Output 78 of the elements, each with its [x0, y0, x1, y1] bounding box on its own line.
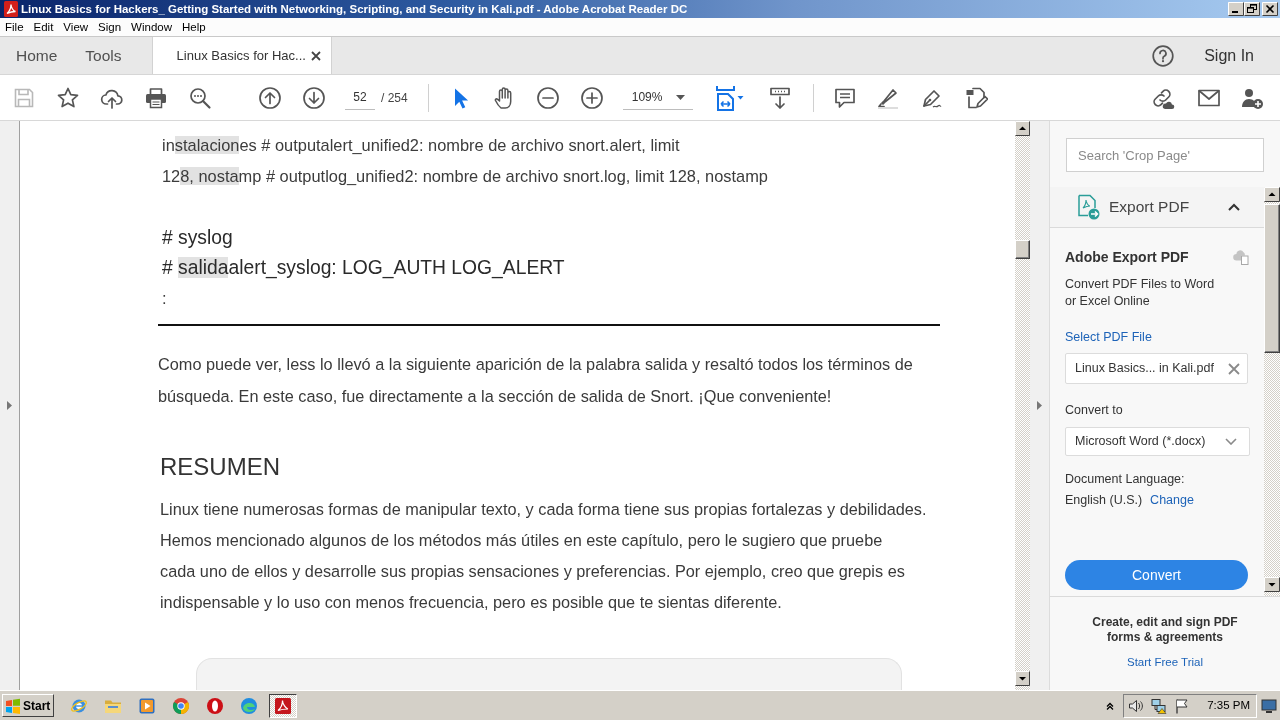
- paragraph: Linux tiene numerosas formas de manipular texto, y cada forma tiene sus propias fortalezas y debilidades. Hemos mencionado algunos de los métodos más útiles en este capítulo, pero le sugiero que pruebe cada uno de ellos y desarrolle sus propias sensaciones y preferencias. Por ejemplo, creo que grepis es indispensable y lo uso con menos frecuencia, pero es posible que te sientas diferente.: [159, 499, 928, 613]
- windows-logo-icon: [5, 697, 21, 714]
- window-title: Linux Basics for Hackers_ Getting Started with Networking, Scripting, and Security in Kali.pdf - Adobe Acrobat Reader DC: [21, 2, 688, 17]
- start-trial-link[interactable]: Start Free Trial: [1126, 655, 1204, 669]
- zoom-out-icon[interactable]: [535, 85, 560, 110]
- section-header[interactable]: Export PDF: [1050, 187, 1264, 228]
- show-desktop-icon[interactable]: [1261, 697, 1277, 714]
- section-heading: RESUMEN: [159, 452, 281, 482]
- panel-heading: Adobe Export PDF: [1065, 247, 1189, 267]
- convert-button[interactable]: Convert: [1065, 560, 1248, 591]
- star-icon[interactable]: [56, 85, 80, 110]
- fit-page-icon[interactable]: [713, 84, 744, 111]
- menu-item[interactable]: Window: [126, 18, 177, 36]
- start-button[interactable]: Start: [2, 694, 54, 717]
- arrow-up-circle-icon[interactable]: [258, 85, 282, 110]
- promo-text: Create, edit and sign PDF forms & agreements: [1091, 615, 1239, 645]
- scrollbar-thumb[interactable]: [1264, 204, 1280, 353]
- clock-time[interactable]: 7:35 PM: [1207, 696, 1250, 715]
- change-link[interactable]: Change: [1150, 492, 1194, 510]
- listing-line: :: [162, 288, 168, 309]
- clear-icon[interactable]: [1228, 362, 1240, 375]
- network-icon[interactable]: [1151, 697, 1168, 714]
- taskbar-button[interactable]: [269, 693, 297, 718]
- scrollbar-thumb[interactable]: [1015, 240, 1030, 259]
- field-label: Convert to: [1065, 401, 1123, 419]
- chevron-up-icon[interactable]: [1228, 203, 1240, 211]
- menu-item[interactable]: View: [58, 18, 94, 36]
- restore-icon[interactable]: [1244, 2, 1260, 16]
- print-icon[interactable]: [144, 85, 168, 110]
- scroll-down-icon[interactable]: [1015, 671, 1030, 687]
- format-dropdown[interactable]: Microsoft Word (*.docx): [1065, 426, 1250, 456]
- pdf-app-icon: [274, 696, 292, 715]
- export-pdf-icon: [1076, 194, 1100, 220]
- zoom-dropdown[interactable]: 109%: [622, 85, 693, 110]
- scroll-up-icon[interactable]: [1015, 121, 1030, 136]
- menu-item[interactable]: File: [0, 18, 29, 36]
- tab[interactable]: Linux Basics for Hac...: [151, 37, 332, 74]
- menu-item[interactable]: Sign: [93, 18, 127, 36]
- select-file-link[interactable]: Select PDF File: [1065, 329, 1152, 346]
- caret-icon: [675, 94, 685, 100]
- flag-icon[interactable]: [1174, 697, 1191, 714]
- file-field[interactable]: Linux Basics... in Kali.pdf: [1065, 352, 1248, 384]
- menu-item[interactable]: Help: [177, 18, 211, 36]
- tab[interactable]: Home: [2, 37, 72, 74]
- speaker-icon[interactable]: [1128, 697, 1145, 714]
- description-text: Convert PDF Files to Word or Excel Online: [1065, 276, 1216, 310]
- page-count: / 254: [381, 89, 408, 107]
- help-icon[interactable]: [1152, 44, 1175, 67]
- search-field[interactable]: Search 'Crop Page': [1066, 138, 1264, 172]
- menu-item[interactable]: Edit: [28, 18, 59, 36]
- arrow-down-circle-icon[interactable]: [302, 85, 326, 110]
- chevron-up-icon[interactable]: [1105, 700, 1116, 711]
- close-icon[interactable]: [310, 50, 321, 61]
- app-icon: [206, 696, 224, 715]
- play-icon: [138, 696, 156, 715]
- expand-arrow-icon[interactable]: [7, 401, 12, 410]
- listing-line: # syslog: [162, 226, 234, 250]
- search-icon[interactable]: [188, 85, 212, 110]
- expand-arrow-icon[interactable]: [1037, 401, 1042, 410]
- minimize-icon[interactable]: [1228, 2, 1244, 16]
- paragraph: Como puede ver, less lo llevó a la siguiente aparición de la palabra salida y resaltó todos los términos de búsqueda. En este caso, fue directamente a la sección de salida de Snort. ¡Que conveniente!: [158, 354, 914, 407]
- app-icon: [240, 696, 258, 715]
- listing-line: 128, nostamp # outputlog_unified2: nombre de archivo snort.log, limit 128, nostamp: [162, 166, 769, 187]
- chevron-down-icon: [1225, 437, 1237, 445]
- listing-line: instalaciones # outputalert_unified2: nombre de archivo snort.alert, limit: [162, 135, 681, 156]
- language-value: English (U.S.): [1065, 492, 1143, 510]
- close-icon[interactable]: [1262, 2, 1278, 16]
- sign-in-button[interactable]: Sign In: [1174, 37, 1280, 74]
- scrollbar[interactable]: [1015, 121, 1030, 690]
- scroll-down-icon[interactable]: [1264, 577, 1280, 593]
- app-icon: [172, 696, 190, 715]
- scroll-mode-icon[interactable]: [767, 85, 792, 110]
- scroll-up-icon[interactable]: [1264, 187, 1280, 202]
- tab[interactable]: Tools: [71, 37, 136, 74]
- zoom-in-icon[interactable]: [579, 85, 604, 110]
- scrollbar[interactable]: [1264, 187, 1280, 596]
- field-label: Document Language:: [1065, 470, 1185, 488]
- listing-line: # salidaalert_syslog: LOG_AUTH LOG_ALERT: [162, 256, 566, 281]
